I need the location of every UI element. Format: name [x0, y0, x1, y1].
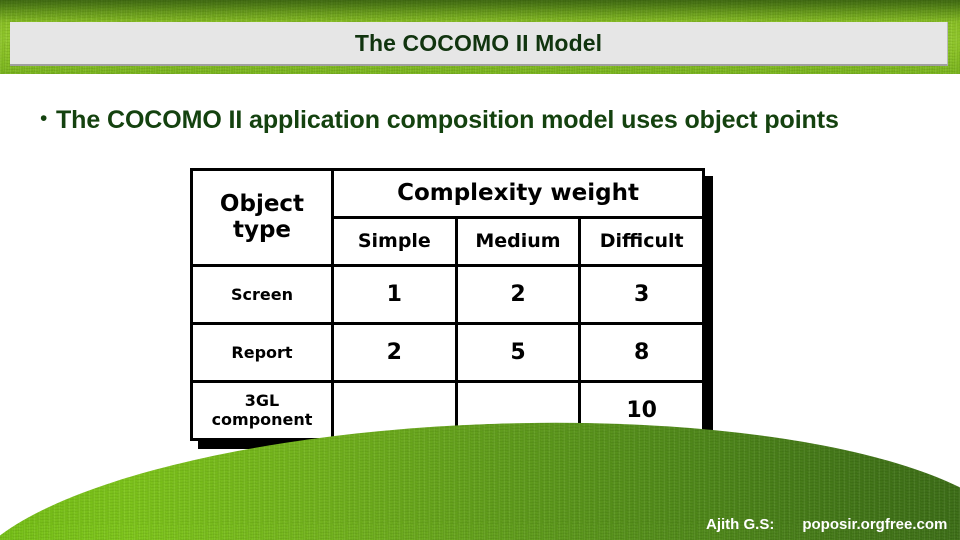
- row-label-3gl-component: 3GL component: [190, 379, 334, 442]
- footer-credit: Ajith G.S: poposir.orgfree.com: [706, 512, 956, 536]
- bullet-item: • The COCOMO II application composition …: [34, 100, 894, 140]
- title-banner: The COCOMO II Model: [10, 22, 948, 66]
- table-header-row-top: Object type Complexity weight: [190, 168, 705, 267]
- footer-website: poposir.orgfree.com: [802, 515, 948, 533]
- page-title: The COCOMO II Model: [354, 29, 603, 56]
- header-difficult: Difficult: [578, 215, 705, 267]
- row-label-screen: Screen: [190, 263, 334, 325]
- bullet-dot-icon: •: [40, 107, 48, 130]
- cell-report-simple: 2: [331, 321, 458, 383]
- bullet-text: The COCOMO II application composition mo…: [56, 106, 839, 134]
- cell-screen-simple: 1: [331, 263, 458, 325]
- bullet-block: • The COCOMO II application composition …: [34, 100, 894, 140]
- table-row: Report 2 5 8: [190, 321, 705, 383]
- cell-report-difficult: 8: [578, 321, 705, 383]
- slide: The COCOMO II Model • The COCOMO II appl…: [0, 0, 960, 540]
- row-label-report: Report: [190, 321, 334, 383]
- header-simple: Simple: [331, 215, 458, 267]
- header-medium: Medium: [454, 215, 582, 267]
- object-points-table: Object type Complexity weight Simple Med…: [190, 168, 705, 442]
- top-grass-shadow: [0, 0, 960, 22]
- footer-author: Ajith G.S:: [706, 515, 775, 533]
- object-points-table-image: Object type Complexity weight Simple Med…: [190, 168, 705, 442]
- header-object-type: Object type: [190, 168, 334, 267]
- header-complexity-weight: Complexity weight: [331, 168, 705, 219]
- cell-report-medium: 5: [454, 321, 582, 383]
- cell-screen-difficult: 3: [578, 263, 705, 325]
- cell-screen-medium: 2: [454, 263, 582, 325]
- table-row: Screen 1 2 3: [190, 263, 705, 325]
